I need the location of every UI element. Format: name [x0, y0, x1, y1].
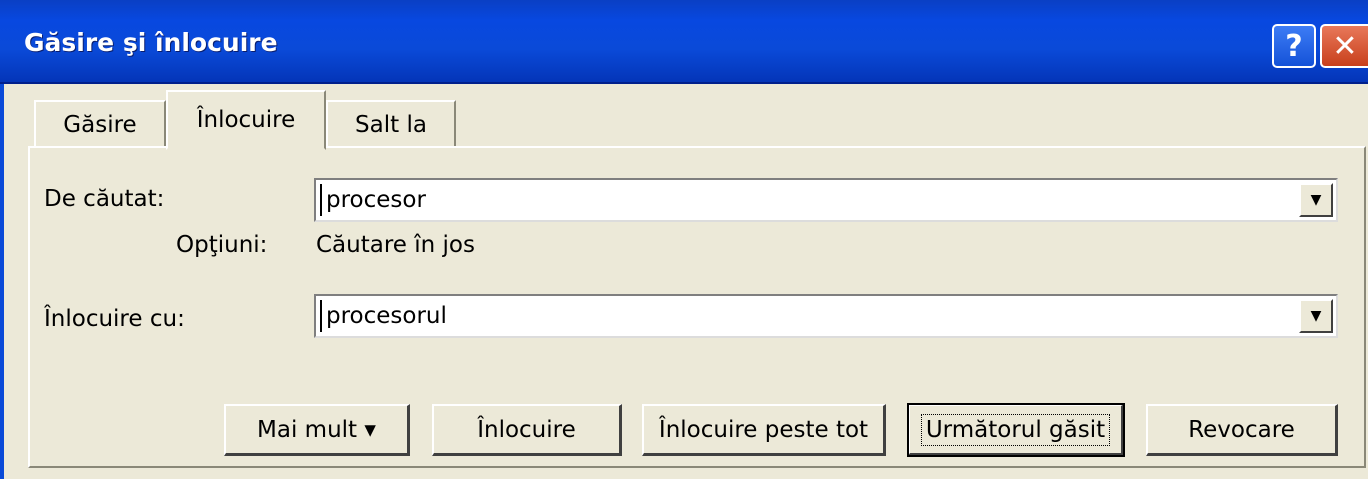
close-button[interactable]: ✕ — [1320, 24, 1368, 68]
replace-all-button[interactable]: Înlocuire peste tot — [642, 404, 886, 456]
options-value: Căutare în jos — [316, 232, 475, 258]
find-input[interactable] — [320, 184, 1280, 216]
find-next-button[interactable]: Următorul găsit — [907, 403, 1125, 457]
options-label: Opţiuni: — [176, 232, 268, 258]
close-icon: ✕ — [1332, 28, 1358, 64]
more-button[interactable]: Mai mult ▾ — [224, 404, 410, 456]
find-dropdown-button[interactable]: ▼ — [1299, 183, 1333, 217]
dropdown-arrow-icon: ▼ — [1310, 308, 1322, 324]
tab-goto[interactable]: Salt la — [326, 100, 456, 148]
help-icon: ? — [1285, 28, 1303, 64]
help-button[interactable]: ? — [1272, 24, 1316, 68]
replace-input[interactable] — [320, 300, 1280, 332]
find-replace-dialog: Găsire şi înlocuire ? ✕ Găsire Înlocuire… — [0, 0, 1368, 479]
tab-replace-label: Înlocuire — [196, 107, 296, 133]
tab-strip: Găsire Înlocuire Salt la — [0, 84, 1368, 150]
replace-button[interactable]: Înlocuire — [432, 404, 622, 456]
tab-goto-label: Salt la — [355, 112, 427, 138]
tab-find[interactable]: Găsire — [34, 100, 166, 148]
find-combobox[interactable]: ▼ — [314, 178, 1338, 222]
replace-dropdown-button[interactable]: ▼ — [1299, 299, 1333, 333]
title-bar[interactable]: Găsire şi înlocuire ? ✕ — [0, 0, 1368, 84]
find-next-label: Următorul găsit — [920, 413, 1111, 446]
replace-combobox[interactable]: ▼ — [314, 294, 1338, 338]
replace-label: Înlocuire cu: — [44, 306, 185, 332]
cancel-button[interactable]: Revocare — [1146, 404, 1338, 456]
find-label: De căutat: — [44, 186, 165, 212]
dialog-title: Găsire şi înlocuire — [24, 28, 278, 57]
tab-replace[interactable]: Înlocuire — [166, 90, 326, 150]
tab-find-label: Găsire — [63, 112, 137, 138]
dropdown-arrow-icon: ▼ — [1310, 192, 1322, 208]
